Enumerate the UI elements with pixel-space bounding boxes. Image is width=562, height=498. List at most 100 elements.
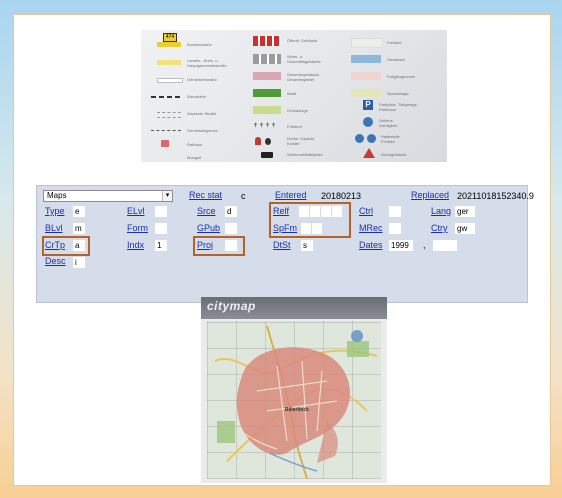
- church-symbol: [255, 137, 261, 145]
- lang-link[interactable]: Lang: [431, 206, 451, 216]
- form-field[interactable]: [155, 223, 167, 234]
- state-road-symbol: [157, 60, 181, 65]
- rec-stat-link[interactable]: Rec stat: [189, 190, 222, 200]
- legend-label: Wohn- u. Geschäftsgebäude: [287, 54, 321, 64]
- srce-field[interactable]: d: [225, 206, 237, 217]
- legend-label: Geplante Straße: [187, 111, 217, 116]
- map-grid: Billerbeck: [207, 321, 381, 479]
- blvl-link[interactable]: BLvl: [45, 223, 63, 233]
- ctrl-field[interactable]: [389, 206, 401, 217]
- residential-building-symbol: [253, 54, 281, 64]
- replaced-value: 20211018152340.9: [457, 191, 534, 201]
- water-symbol: [351, 55, 381, 63]
- municipal-boundary-symbol: [151, 130, 181, 132]
- school-triangle-icon: [363, 148, 375, 158]
- entered-link[interactable]: Entered: [275, 190, 307, 200]
- gpub-link[interactable]: GPub: [197, 223, 220, 233]
- fixed-field-record-panel: Maps ▾ Rec stat c Entered 20180213 Repla…: [36, 185, 534, 303]
- content-frame: 474 Bundesstraße Landes-, Kreis- u. Haup…: [13, 14, 551, 486]
- dates-separator: ,: [423, 240, 426, 250]
- dates-link[interactable]: Dates: [359, 240, 383, 250]
- chevron-down-icon[interactable]: ▾: [162, 191, 172, 201]
- legend-label: Gemeindegrenze: [187, 128, 218, 133]
- road-number-badge: 474: [163, 33, 177, 42]
- motorhome-icon: [261, 152, 273, 158]
- legend-label: Wald: [287, 91, 296, 96]
- format-select-value: Maps: [47, 191, 67, 200]
- date1-field[interactable]: 1999: [389, 240, 413, 251]
- legend-label: Gemeindestraße: [187, 77, 217, 82]
- legend-label: Wohnmobilstellplatz: [287, 152, 323, 157]
- planned-road-symbol: [157, 112, 181, 118]
- town-plan-drawing: [214, 325, 378, 479]
- dtst-link[interactable]: DtSt: [273, 240, 291, 250]
- forest-symbol: [253, 89, 281, 97]
- gpub-field[interactable]: [225, 223, 237, 234]
- town-hall-symbol: [161, 140, 169, 147]
- map-legend-photo: 474 Bundesstraße Landes-, Kreis- u. Haup…: [141, 30, 447, 162]
- legend-label: Rathaus: [187, 142, 202, 147]
- pedestrian-zone-symbol: [351, 72, 381, 80]
- federal-road-symbol: [157, 42, 181, 47]
- legend-label: Parkplatz, Tiefgarage, Parkhaus: [379, 102, 418, 112]
- ctry-field[interactable]: gw: [455, 223, 475, 234]
- legend-label: Öffentl. Gebäude: [287, 38, 318, 43]
- legend-label: Sportanlage: [387, 91, 409, 96]
- replaced-link[interactable]: Replaced: [411, 190, 449, 200]
- indx-link[interactable]: Indx: [127, 240, 144, 250]
- desc-field[interactable]: i: [73, 257, 85, 268]
- green-area-symbol: [253, 106, 281, 114]
- map-header: citymap: [201, 297, 387, 319]
- legend-label: Mongolf: [187, 155, 202, 160]
- open-land-symbol: [351, 38, 383, 48]
- sports-ground-symbol: [351, 89, 381, 97]
- legend-label: Schulgebäude: [381, 152, 407, 157]
- indx-field[interactable]: 1: [155, 240, 167, 251]
- entered-value: 20180213: [321, 191, 362, 201]
- legend-label: Friedhof: [287, 124, 302, 129]
- format-select[interactable]: Maps ▾: [43, 190, 173, 202]
- srce-link[interactable]: Srce: [197, 206, 216, 216]
- cemetery-symbol: ✝✝✝✝: [253, 123, 278, 129]
- citymap-logo: citymap: [207, 299, 256, 313]
- legend-label: Kirche, Kapelle, Kloster: [287, 136, 316, 146]
- legend-label: Grünanlage: [287, 108, 308, 113]
- highlight-relf-spfm: [269, 202, 351, 238]
- ctry-link[interactable]: Ctry: [431, 223, 448, 233]
- desc-link[interactable]: Desc: [45, 256, 66, 266]
- mrec-link[interactable]: MRec: [359, 223, 383, 233]
- legend-label: Haltestelle Freibad: [381, 134, 400, 144]
- mrec-field[interactable]: [389, 223, 401, 234]
- elvl-field[interactable]: [155, 206, 167, 217]
- chapel-symbol: [265, 138, 271, 145]
- bus-stop-icon: [355, 134, 364, 143]
- type-field[interactable]: e: [73, 206, 85, 217]
- date2-field[interactable]: [433, 240, 457, 251]
- blvl-field[interactable]: m: [73, 223, 85, 234]
- city-map-photo: citymap Billerbeck: [201, 297, 387, 483]
- commercial-building-symbol: [253, 72, 281, 80]
- legend-label: Fußgängerzone: [387, 74, 416, 79]
- legend-label: Landes-, Kreis- u. Hauptgemeindestraße: [187, 58, 227, 68]
- legend-label: Gewerbegebäude, Gewerbegebiet: [287, 72, 320, 82]
- railway-symbol: [151, 96, 181, 98]
- public-building-symbol: [253, 36, 281, 46]
- legend-label: Bundesstraße: [187, 42, 212, 47]
- swimming-pool-icon: [367, 134, 376, 143]
- form-link[interactable]: Form: [127, 223, 148, 233]
- elvl-link[interactable]: ELvl: [127, 206, 145, 216]
- dtst-field[interactable]: s: [301, 240, 313, 251]
- legend-label: Sehens-würdigkeit: [379, 118, 398, 128]
- municipal-road-symbol: [157, 78, 183, 83]
- highlight-proj: [193, 236, 245, 256]
- rec-stat-value: c: [241, 191, 246, 201]
- type-link[interactable]: Type: [45, 206, 65, 216]
- legend-label: Freiland: [387, 40, 402, 45]
- legend-label: Gewässer: [387, 57, 406, 62]
- ctrl-link[interactable]: Ctrl: [359, 206, 373, 216]
- sight-icon: [363, 117, 373, 127]
- legend-label: Eisenbahn: [187, 94, 206, 99]
- parking-icon: P: [363, 100, 373, 110]
- highlight-crtp: [42, 236, 90, 256]
- lang-field[interactable]: ger: [455, 206, 475, 217]
